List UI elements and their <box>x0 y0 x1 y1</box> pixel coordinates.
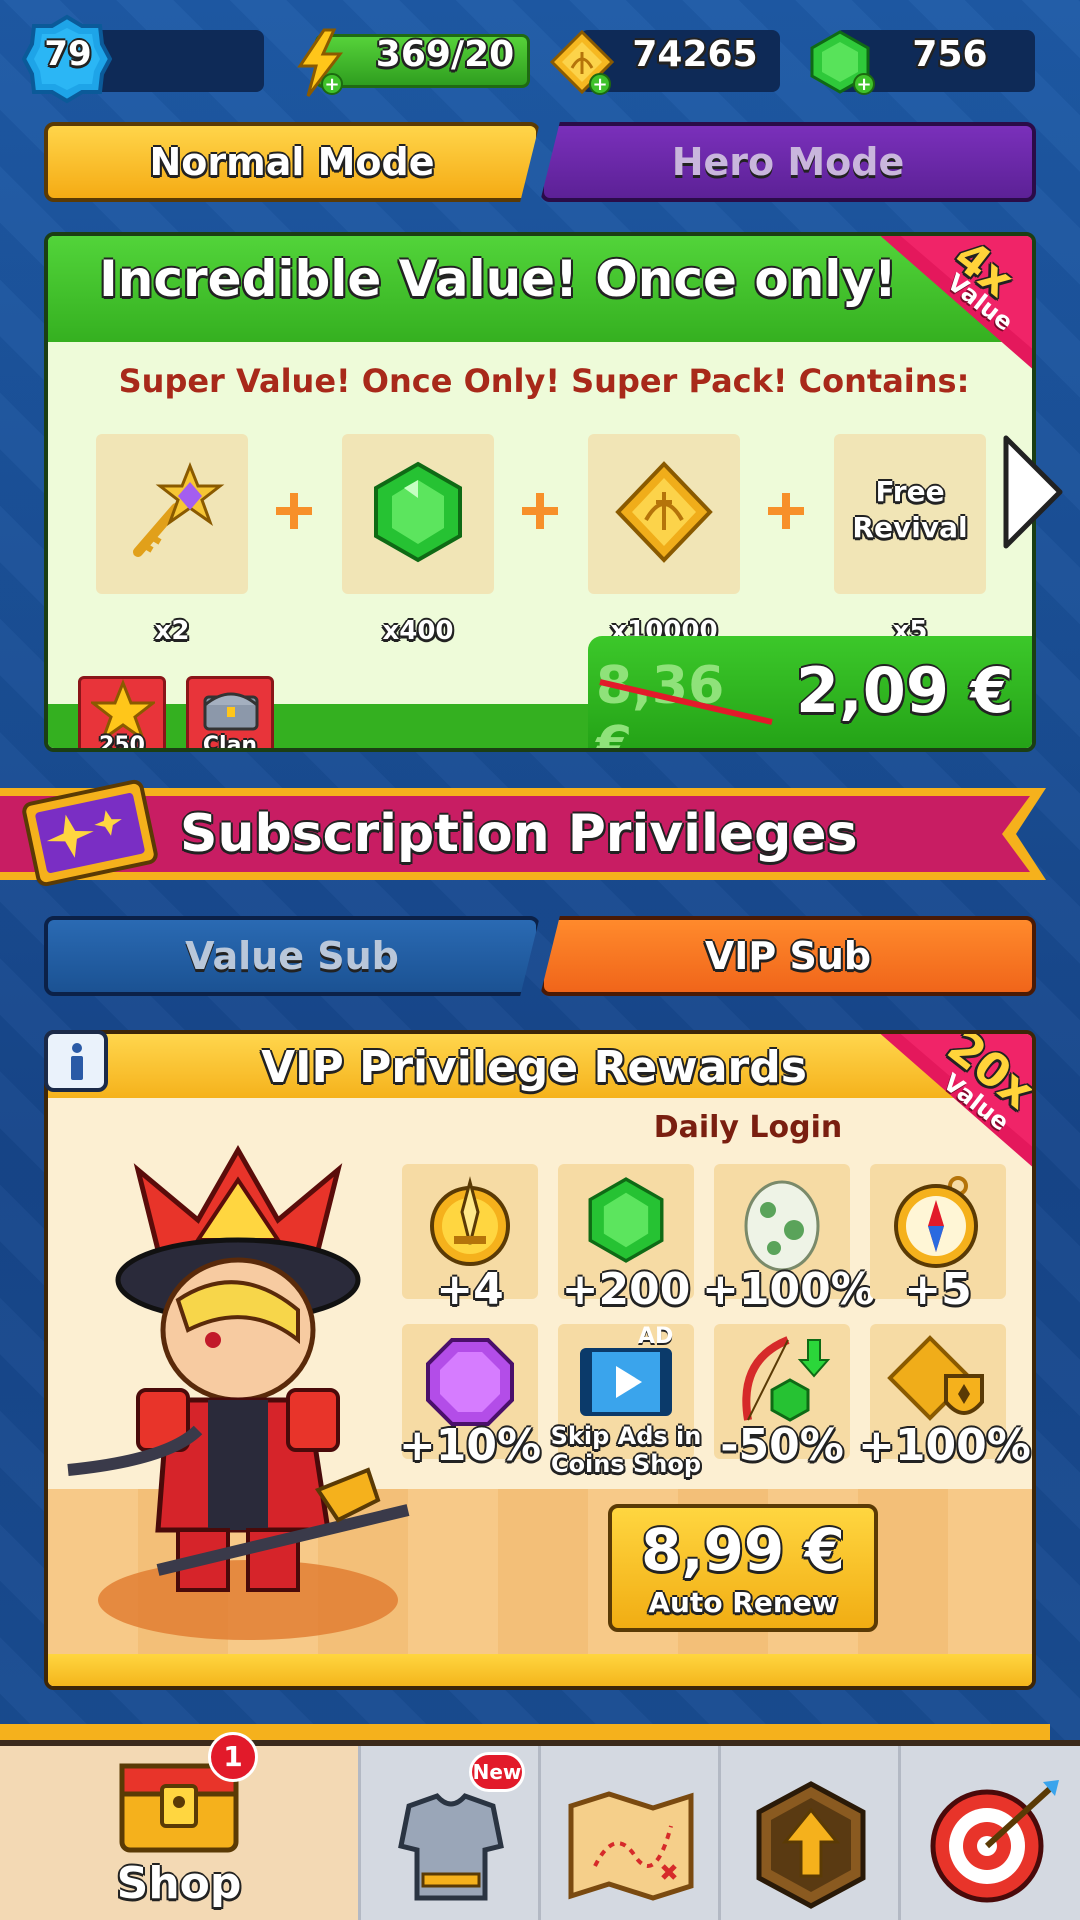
next-arrow-icon[interactable] <box>998 432 1068 552</box>
daily-login-label: Daily Login <box>653 1110 843 1145</box>
sword-medal-icon <box>430 1176 510 1266</box>
coin-icon <box>615 461 713 563</box>
coins-value: 74265 <box>632 34 758 75</box>
perk-label: +100% <box>858 1420 1031 1471</box>
bottom-nav: 1 Shop New <box>0 1732 1080 1920</box>
key-icon <box>133 461 225 557</box>
plus-icon <box>768 493 804 529</box>
gem-icon <box>374 461 462 563</box>
offer-item-qty: x400 <box>382 616 454 646</box>
offer-item-tile <box>588 434 740 594</box>
offer-item-tile <box>342 434 494 594</box>
perk-label: +4 <box>436 1264 504 1315</box>
offer-item-tile <box>96 434 248 594</box>
svg-text:+: + <box>856 74 871 95</box>
clan-badge-label: Clan <box>202 733 258 752</box>
armor-new-badge: New <box>469 1752 525 1792</box>
coin-shield-icon <box>887 1335 984 1421</box>
plus-icon <box>276 493 312 529</box>
offer-title: Incredible Value! Once only! <box>99 250 897 308</box>
gems-value: 756 <box>912 34 988 75</box>
nav-map[interactable] <box>538 1746 718 1920</box>
free-revival-label: Free Revival <box>852 475 968 544</box>
chest-icon <box>203 692 259 731</box>
star-badge-label: 250 <box>99 733 145 752</box>
subscription-title: Subscription Privileges <box>180 804 858 864</box>
bow-gem-icon <box>742 1336 831 1422</box>
lightning-icon[interactable]: + <box>290 28 350 98</box>
gem-icon <box>588 1177 664 1263</box>
star-badge[interactable]: 250 <box>78 676 166 752</box>
ad-badge: AD <box>638 1324 674 1349</box>
perk-label: +10% <box>398 1420 542 1471</box>
gem-icon[interactable]: + <box>800 28 880 98</box>
sparkle-ticket-icon <box>22 779 158 887</box>
nav-target[interactable] <box>898 1746 1080 1920</box>
clan-badge[interactable]: Clan <box>186 676 274 752</box>
offer-subtitle: Super Value! Once Only! Super Pack! Cont… <box>118 362 970 400</box>
nav-upgrade[interactable] <box>718 1746 898 1920</box>
info-button[interactable] <box>44 1030 108 1092</box>
purple-gem-icon <box>426 1338 514 1426</box>
svg-text:+: + <box>324 74 339 95</box>
offer-item-qty: x2 <box>154 616 190 646</box>
perk-label: Skip Ads in Coins Shop <box>550 1422 702 1478</box>
map-icon <box>568 1791 694 1901</box>
vip-auto-renew: Auto Renew <box>648 1586 838 1619</box>
energy-value: 369/20 <box>375 34 515 75</box>
tab-value-sub[interactable]: Value Sub <box>44 916 540 996</box>
perk-label: +200 <box>561 1264 691 1315</box>
vip-panel-footer <box>48 1654 1032 1686</box>
perk-label: +5 <box>904 1264 972 1315</box>
svg-text:+: + <box>592 74 607 95</box>
info-icon <box>71 1043 83 1080</box>
offer-panel: Incredible Value! Once only! 4x Value Su… <box>44 232 1036 752</box>
tab-vip-sub[interactable]: VIP Sub <box>540 916 1036 996</box>
egg-icon <box>744 1180 820 1272</box>
offer-price[interactable]: 2,09 € <box>796 654 1032 727</box>
perk-label: +100% <box>702 1264 875 1315</box>
nav-shop[interactable]: 1 Shop <box>0 1732 358 1920</box>
compass-icon <box>894 1176 978 1268</box>
level-value: 79 <box>44 34 92 74</box>
samurai-hero-illustration <box>67 1144 410 1640</box>
vip-panel: VIP Privilege Rewards 20x Value Daily Lo… <box>44 1030 1036 1690</box>
plus-icon <box>522 493 558 529</box>
vip-price: 8,99 € <box>641 1516 845 1584</box>
offer-item-tile: Free Revival <box>834 434 986 594</box>
strikethrough-line <box>599 679 773 725</box>
tab-normal-mode[interactable]: Normal Mode <box>44 122 540 202</box>
upgrade-arrow-icon <box>756 1781 866 1909</box>
perk-label: -50% <box>720 1420 844 1471</box>
tab-hero-mode[interactable]: Hero Mode <box>540 122 1036 202</box>
nav-equipment[interactable]: New <box>358 1746 538 1920</box>
shop-badge: 1 <box>208 1732 258 1782</box>
armor-icon <box>398 1793 504 1901</box>
shop-label: Shop <box>116 1858 242 1909</box>
target-icon <box>930 1780 1059 1903</box>
vip-buy-button[interactable]: 8,99 € Auto Renew <box>608 1504 878 1632</box>
